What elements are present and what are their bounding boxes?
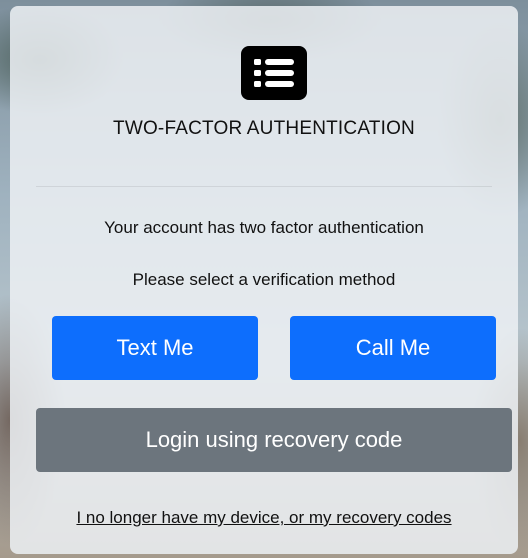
account-2fa-message: Your account has two factor authenticati…	[104, 218, 424, 237]
text-me-button[interactable]: Text Me	[52, 316, 258, 380]
divider	[36, 186, 492, 187]
list-icon-glyph	[254, 59, 294, 87]
list-icon	[241, 46, 307, 100]
recovery-code-button[interactable]: Login using recovery code	[36, 408, 512, 472]
page-title: TWO-FACTOR AUTHENTICATION	[113, 118, 415, 139]
lost-device-link[interactable]: I no longer have my device, or my recove…	[10, 508, 518, 528]
select-method-message: Please select a verification method	[132, 270, 396, 289]
two-factor-card: TWO-FACTOR AUTHENTICATION Your account h…	[10, 6, 518, 554]
call-me-button[interactable]: Call Me	[290, 316, 496, 380]
